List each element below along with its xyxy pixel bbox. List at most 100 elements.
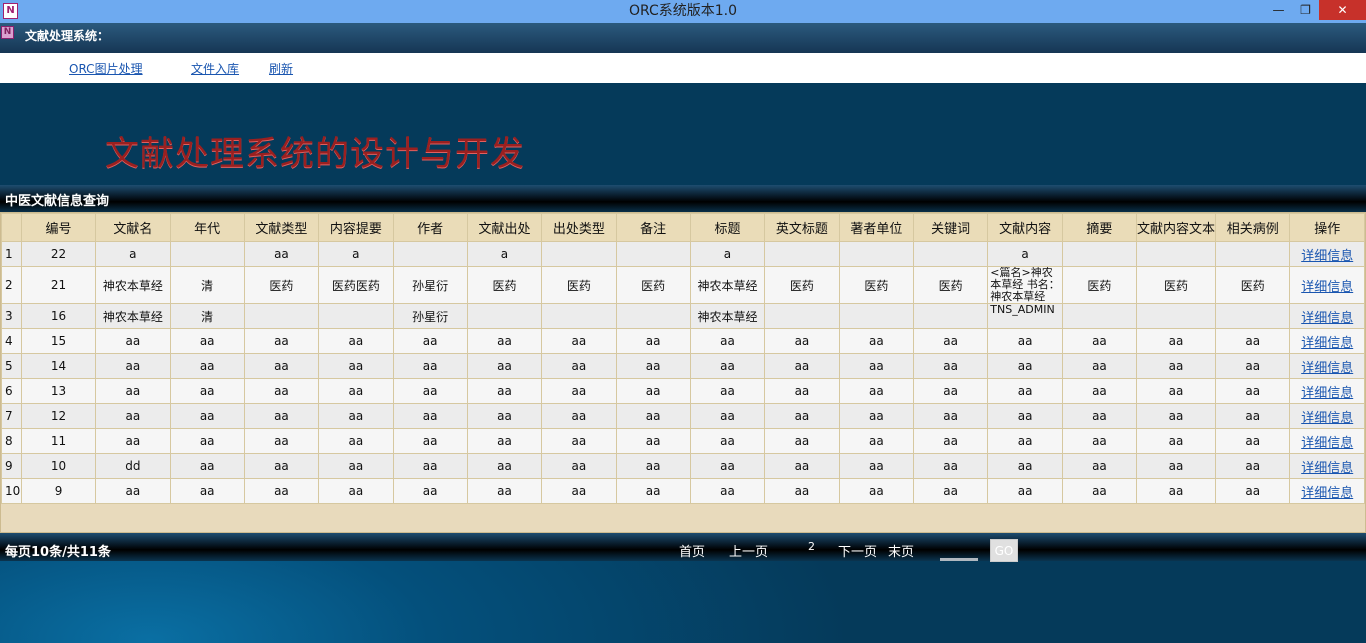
column-header[interactable]: 备注 — [615, 213, 691, 242]
table-cell: 医药 — [466, 266, 543, 304]
table-cell: 清 — [169, 266, 245, 304]
maximize-button[interactable]: ❐ — [1292, 0, 1319, 20]
details-link[interactable]: 详细信息 — [1301, 386, 1353, 401]
column-header[interactable]: 编号 — [20, 213, 97, 242]
table-cell: 医药 — [764, 266, 840, 304]
column-header[interactable]: 标题 — [689, 213, 766, 242]
table-cell: aa — [987, 353, 1063, 379]
close-button[interactable]: ✕ — [1319, 0, 1366, 20]
table-cell — [1214, 303, 1291, 329]
first-page-link[interactable]: 首页 — [679, 541, 705, 560]
table-cell: 10 — [20, 453, 97, 479]
table-cell: aa — [615, 378, 691, 404]
details-link[interactable]: 详细信息 — [1301, 361, 1353, 376]
table-row[interactable]: 3 16 神农本草经清孙星衍 神农本草经 TNS_ADMIN 详细信息 — [1, 303, 1365, 329]
action-cell: 详细信息 — [1289, 328, 1365, 354]
column-header[interactable]: 英文标题 — [764, 213, 840, 242]
table-cell: 神农本草经 — [95, 266, 171, 304]
page-summary: 每页10条/共11条 — [5, 545, 111, 560]
column-header[interactable]: 内容提要 — [318, 213, 394, 242]
table-cell: aa — [913, 378, 989, 404]
column-header[interactable]: 操作 — [1289, 213, 1365, 242]
table-cell: aa — [913, 328, 989, 354]
action-cell: 详细信息 — [1289, 478, 1365, 504]
table-cell: aa — [913, 478, 989, 504]
last-page-link[interactable]: 末页 — [888, 541, 914, 560]
corner-cell[interactable] — [1, 213, 22, 242]
table-row[interactable]: 9 10 dd aa aa aa aa aa aa aa aa aa aa aa aa aa aa aa 详细信息 — [1, 453, 1365, 479]
table-cell: aa — [689, 453, 766, 479]
prev-page-link[interactable]: 上一页 — [729, 541, 768, 560]
column-header[interactable]: 文献名 — [95, 213, 171, 242]
action-cell: 详细信息 — [1289, 303, 1365, 329]
go-button[interactable]: GO — [990, 539, 1018, 562]
details-link[interactable]: 详细信息 — [1301, 249, 1353, 264]
details-link[interactable]: 详细信息 — [1301, 486, 1353, 501]
table-cell: aa — [541, 328, 617, 354]
table-cell: aa — [1214, 378, 1291, 404]
table-cell: aa — [169, 428, 245, 454]
column-header[interactable]: 相关病例 — [1214, 213, 1291, 242]
table-row[interactable]: 1 22 a aa a a a a 详细信息 — [1, 241, 1365, 267]
table-cell: 清 — [169, 303, 245, 329]
column-header[interactable]: 文献出处 — [466, 213, 543, 242]
table-cell: aa — [243, 428, 320, 454]
table-cell: aa — [243, 478, 320, 504]
table-cell: aa — [1061, 428, 1137, 454]
next-page-link[interactable]: 下一页 — [838, 541, 877, 560]
table-cell: aa — [318, 428, 394, 454]
table-cell: aa — [392, 403, 468, 429]
table-cell: <篇名>神农本草经 书名：神农本草经 — [987, 266, 1063, 304]
table-cell: aa — [243, 403, 320, 429]
minimize-button[interactable]: — — [1265, 0, 1292, 20]
table-cell: a — [689, 241, 766, 267]
column-header[interactable]: 摘要 — [1061, 213, 1137, 242]
table-cell: aa — [243, 453, 320, 479]
nav-orc-image[interactable]: ORC图片处理 — [69, 60, 143, 77]
table-cell: aa — [392, 478, 468, 504]
column-header[interactable]: 文献内容 — [987, 213, 1063, 242]
table-row[interactable]: 4 15 aa aa aa aa aa aa aa aa aa aa aa aa aa aa aa aa 详细信息 — [1, 328, 1365, 354]
column-header[interactable]: 文献类型 — [243, 213, 320, 242]
table-row[interactable]: 2 21 神农本草经清医药 医药医药 孙星衍 医药 医药 医药 神农本草经 医药 医药 医药 <篇名>神… — [1, 266, 1365, 304]
table-cell: aa — [1214, 353, 1291, 379]
column-header[interactable]: 出处类型 — [541, 213, 617, 242]
table-cell: aa — [1061, 478, 1137, 504]
table-cell: aa — [987, 453, 1063, 479]
table-cell: aa — [615, 428, 691, 454]
table-cell: 医药 — [243, 266, 320, 304]
table-cell: aa — [838, 328, 915, 354]
details-link[interactable]: 详细信息 — [1301, 461, 1353, 476]
nav-refresh[interactable]: 刷新 — [269, 60, 293, 77]
table-cell: aa — [987, 328, 1063, 354]
details-link[interactable]: 详细信息 — [1301, 411, 1353, 426]
column-header[interactable]: 年代 — [169, 213, 245, 242]
column-header[interactable]: 著者单位 — [838, 213, 915, 242]
table-cell: TNS_ADMIN — [987, 303, 1063, 329]
table-cell: aa — [392, 378, 468, 404]
details-link[interactable]: 详细信息 — [1301, 336, 1353, 351]
nav-file-import[interactable]: 文件入库 — [191, 60, 239, 77]
table-cell: 12 — [20, 403, 97, 429]
details-link[interactable]: 详细信息 — [1301, 436, 1353, 451]
table-row[interactable]: 8 11 aa aa aa aa aa aa aa aa aa aa aa aa aa aa aa aa 详细信息 — [1, 428, 1365, 454]
table-cell: aa — [1061, 378, 1137, 404]
column-header[interactable]: 文献内容文本 — [1135, 213, 1217, 242]
table-row[interactable]: 10 9 aa aa aa aa aa aa aa aa aa aa aa aa aa aa aa aa 详细信息 — [1, 478, 1365, 504]
column-header[interactable]: 作者 — [392, 213, 468, 242]
table-row[interactable]: 5 14 aa aa aa aa aa aa aa aa aa aa aa aa aa aa aa aa 详细信息 — [1, 353, 1365, 379]
column-header[interactable]: 关键词 — [913, 213, 989, 242]
section-header: 中医文献信息查询 — [0, 185, 1366, 213]
menu-bar: N 文献处理系统： — [0, 23, 1366, 53]
table-cell: aa — [913, 453, 989, 479]
table-cell: 医药医药 — [318, 266, 394, 304]
table-cell: aa — [689, 353, 766, 379]
table-cell: aa — [689, 403, 766, 429]
table-cell: 16 — [20, 303, 97, 329]
table-cell: 神农本草经 — [689, 303, 766, 329]
details-link[interactable]: 详细信息 — [1301, 311, 1353, 326]
table-row[interactable]: 7 12 aa aa aa aa aa aa aa aa aa aa aa aa aa aa aa aa 详细信息 — [1, 403, 1365, 429]
table-row[interactable]: 6 13 aa aa aa aa aa aa aa aa aa aa aa aa aa aa aa aa 详细信息 — [1, 378, 1365, 404]
page-input[interactable] — [940, 558, 978, 561]
details-link[interactable]: 详细信息 — [1301, 280, 1353, 295]
